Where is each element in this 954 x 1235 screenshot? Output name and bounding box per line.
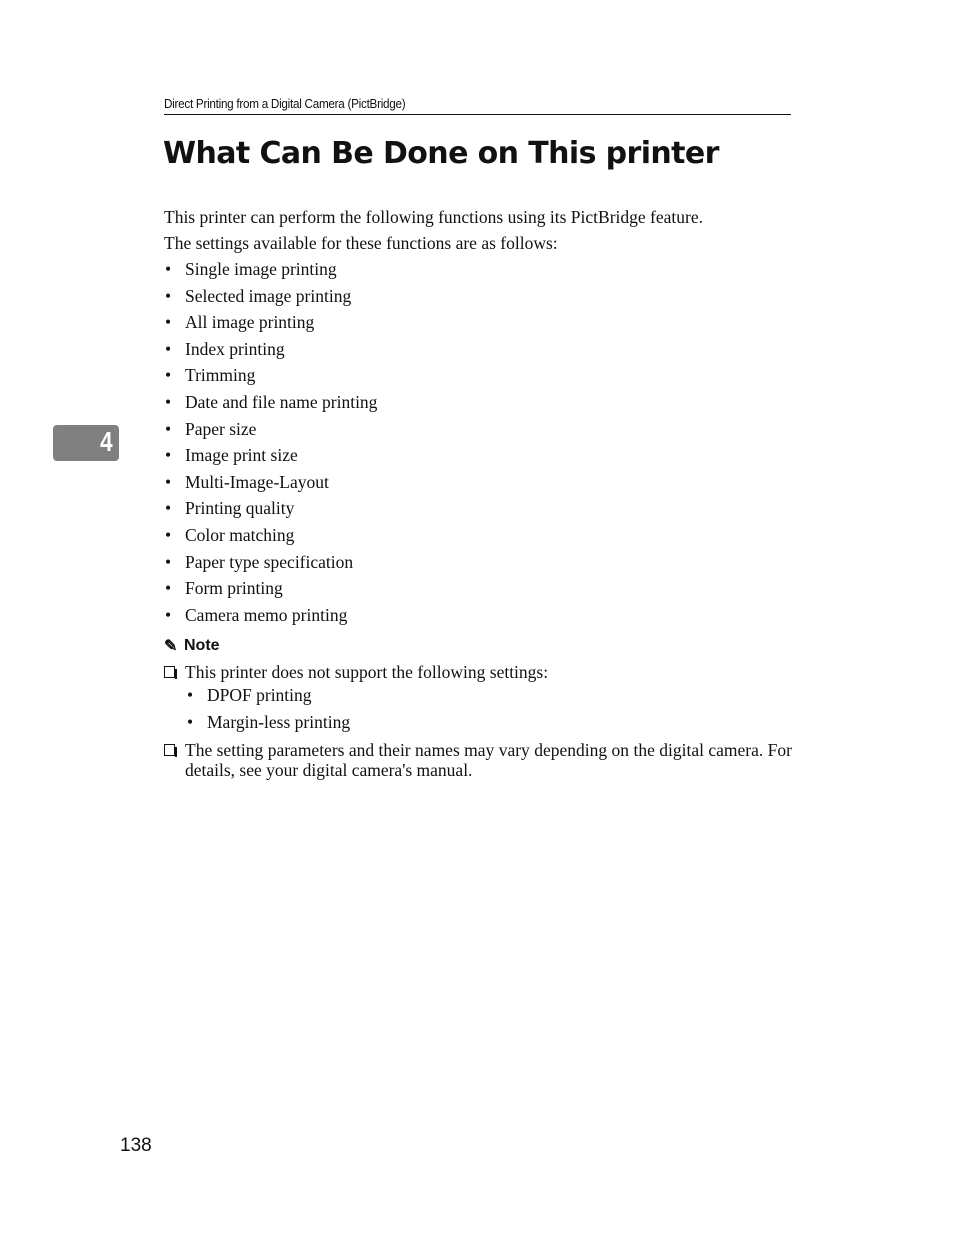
- bullet-icon: •: [165, 604, 172, 625]
- list-item: • Paper type specification: [164, 549, 792, 576]
- chapter-number: 4: [100, 426, 113, 457]
- header-divider: [164, 114, 791, 115]
- bullet-icon: •: [165, 285, 172, 306]
- bullet-icon: •: [165, 524, 172, 545]
- bullet-icon: •: [165, 391, 172, 412]
- bullet-icon: •: [165, 445, 172, 466]
- list-item: • Paper size: [164, 416, 792, 443]
- list-item: • Multi-Image-Layout: [164, 469, 792, 496]
- bullet-icon: •: [165, 418, 172, 439]
- list-item: • Image print size: [164, 442, 792, 469]
- list-item: • Color matching: [164, 522, 792, 549]
- list-item: • DPOF printing: [186, 682, 792, 709]
- functions-list: • Single image printing • Selected image p…: [164, 256, 792, 628]
- list-item: • Printing quality: [164, 495, 792, 522]
- bullet-icon: •: [165, 259, 172, 279]
- note-item: This printer does not support the follow…: [164, 662, 792, 682]
- list-item: • Single image printing: [164, 256, 792, 283]
- checkbox-bullet-icon: [164, 743, 177, 757]
- bullet-icon: •: [187, 685, 194, 706]
- bullet-icon: •: [165, 471, 172, 492]
- note-heading: ✎ Note: [164, 634, 792, 658]
- bullet-icon: •: [187, 711, 194, 732]
- checkbox-bullet-icon: [164, 666, 177, 680]
- note-text: The setting parameters and their names m…: [185, 739, 792, 780]
- page-title: What Can Be Done on This printer: [163, 136, 719, 171]
- bullet-icon: •: [165, 551, 172, 572]
- list-item: • Form printing: [164, 575, 792, 602]
- page-number: 138: [120, 1135, 152, 1156]
- pencil-icon: ✎: [164, 638, 178, 656]
- bullet-icon: •: [165, 578, 172, 599]
- running-header: Direct Printing from a Digital Camera (P…: [164, 96, 406, 111]
- list-item: • Margin-less printing: [186, 709, 792, 736]
- intro-paragraph-1: This printer can perform the following f…: [164, 207, 703, 227]
- list-item: • Index printing: [164, 336, 792, 363]
- list-item: • All image printing: [164, 309, 792, 336]
- note-text: This printer does not support the follow…: [185, 662, 549, 683]
- bullet-icon: •: [165, 312, 172, 333]
- page-body: This printer can perform the following f…: [164, 204, 792, 780]
- bullet-icon: •: [165, 365, 172, 386]
- list-item: • Date and file name printing: [164, 389, 792, 416]
- bullet-icon: •: [165, 498, 172, 519]
- note-item: The setting parameters and their names m…: [164, 740, 792, 780]
- bullet-icon: •: [165, 338, 172, 359]
- list-item: • Camera memo printing: [164, 602, 792, 629]
- note-label: Note: [184, 637, 220, 655]
- unsupported-settings-list: • DPOF printing • Margin-less printing: [164, 682, 792, 735]
- intro-paragraph-2: The settings available for these functio…: [164, 233, 558, 253]
- list-item: • Selected image printing: [164, 283, 792, 310]
- chapter-tab: 4: [53, 425, 119, 461]
- list-item: • Trimming: [164, 362, 792, 389]
